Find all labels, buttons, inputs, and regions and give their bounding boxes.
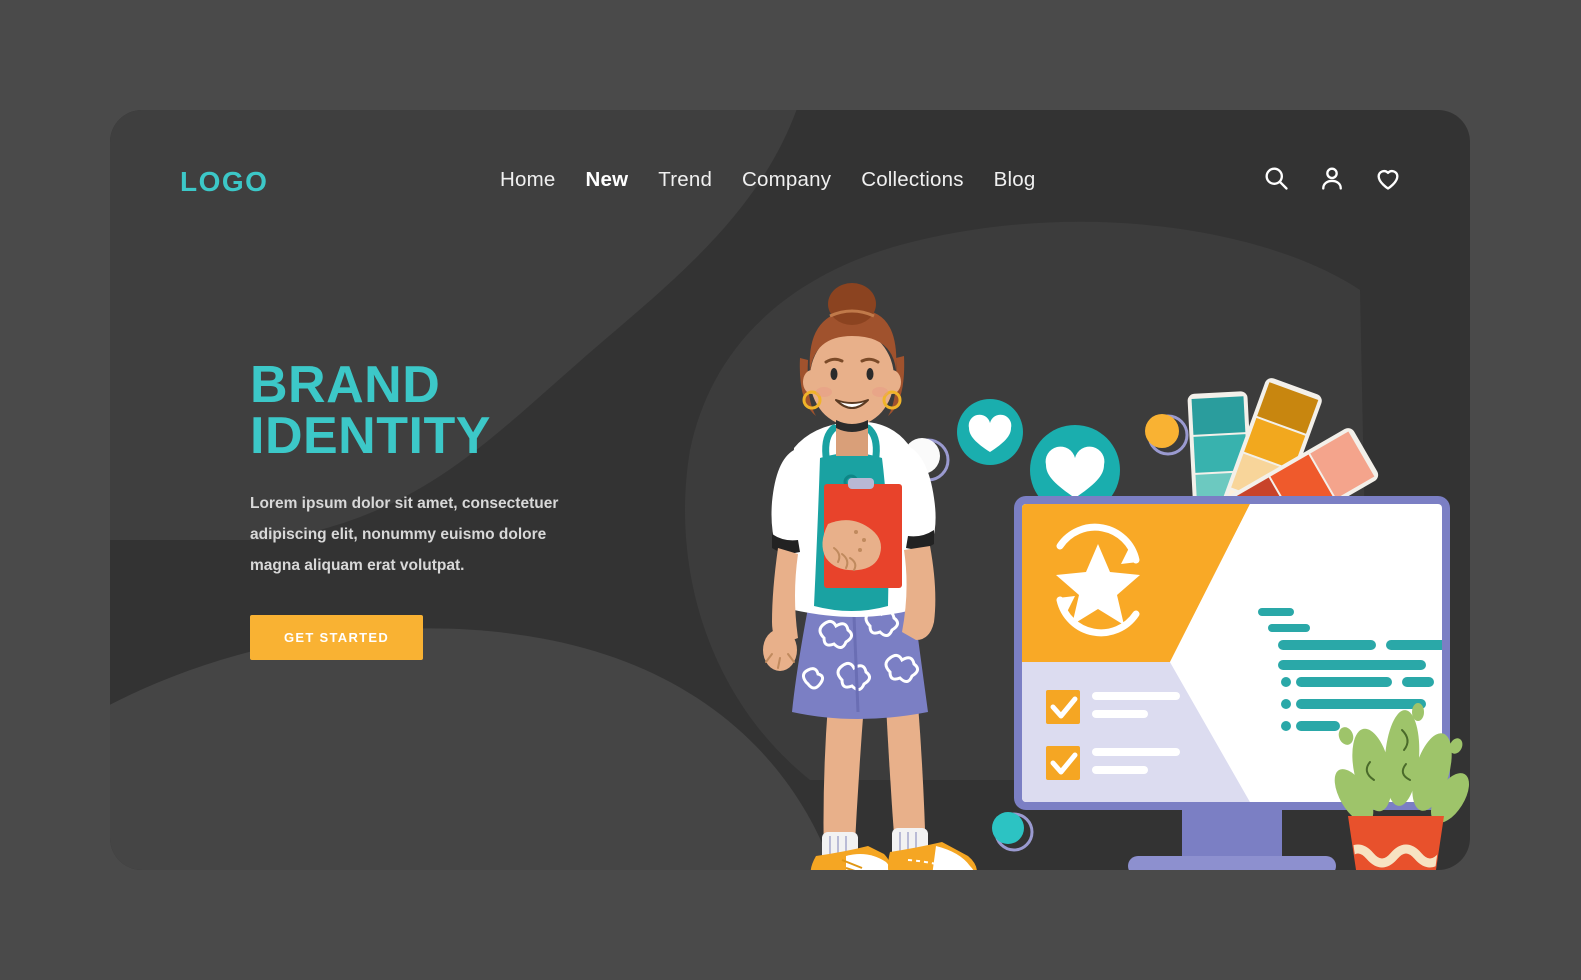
character-woman — [763, 283, 977, 870]
nav-item-trend[interactable]: Trend — [658, 168, 712, 192]
nav-item-blog[interactable]: Blog — [994, 168, 1036, 192]
heart-badge-small — [957, 399, 1023, 465]
nav-item-home[interactable]: Home — [500, 168, 555, 192]
page-title: BRAND IDENTITY — [250, 356, 491, 465]
bubble-orange — [1145, 414, 1189, 456]
hero-copy: BRAND IDENTITY Lorem ipsum dolor sit ame… — [250, 356, 580, 660]
search-icon[interactable] — [1262, 164, 1290, 192]
hero-description: Lorem ipsum dolor sit amet, consectetuer… — [250, 494, 559, 574]
user-icon[interactable] — [1318, 164, 1346, 192]
header-icon-group — [1262, 164, 1402, 192]
main-navigation: Home New Trend Company Collections Blog — [500, 168, 1036, 192]
hero-card: LOGO Home New Trend Company Collections … — [110, 110, 1470, 870]
nav-item-collections[interactable]: Collections — [861, 168, 963, 192]
site-header: LOGO Home New Trend Company Collections … — [110, 110, 1470, 260]
get-started-button[interactable]: GET STARTED — [250, 614, 424, 660]
logo[interactable]: LOGO — [180, 166, 268, 198]
hand-left — [763, 629, 797, 671]
nav-item-company[interactable]: Company — [742, 168, 831, 192]
page-root: LOGO Home New Trend Company Collections … — [0, 0, 1581, 980]
heart-icon[interactable] — [1374, 164, 1402, 192]
monitor — [1014, 496, 1450, 870]
nav-item-new[interactable]: New — [585, 168, 628, 192]
bubble-teal — [992, 812, 1034, 852]
hero-illustration — [750, 260, 1470, 870]
